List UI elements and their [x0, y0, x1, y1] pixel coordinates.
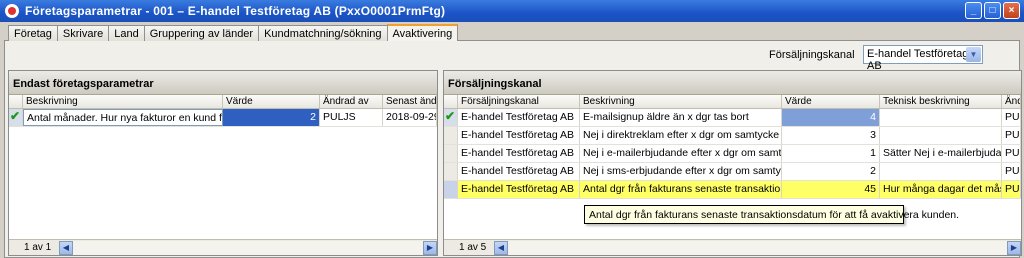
cell-beskrivning: Antal dgr från fakturans senaste transak…: [580, 181, 782, 198]
table-row[interactable]: E-handel Testföretag AB Nej i e-mailerbj…: [444, 145, 1021, 163]
column-headers: Beskrivning Värde Ändrad av Senast ändra…: [9, 95, 437, 109]
col-andrad-av[interactable]: Ändrad av: [320, 95, 383, 108]
col-teknisk[interactable]: Teknisk beskrivning: [880, 95, 1002, 108]
cell-kanal: E-handel Testföretag AB: [458, 109, 580, 126]
scroll-right-icon[interactable]: ▶: [423, 240, 437, 255]
tab-foretag[interactable]: Företag: [8, 25, 58, 41]
cell-beskrivning: Nej i sms-erbjudande efter x dgr om samt…: [580, 163, 782, 180]
window-title: Företagsparametrar - 001 – E-handel Test…: [25, 4, 446, 18]
cell-varde[interactable]: 2: [223, 109, 320, 126]
table-row[interactable]: ✔ E-handel Testföretag AB E-mailsignup ä…: [444, 109, 1021, 127]
cell-beskrivning[interactable]: Antal månader. Hur nya fakturor en kund …: [23, 109, 223, 126]
title-bar: Företagsparametrar - 001 – E-handel Test…: [0, 0, 1024, 22]
row-indicator: ✔: [9, 109, 23, 126]
col-andrad-av[interactable]: Ändrad av: [1002, 95, 1021, 108]
scroll-right-icon[interactable]: ▶: [1007, 240, 1021, 255]
cell-kanal: E-handel Testföretag AB: [458, 127, 580, 144]
table-row[interactable]: E-handel Testföretag AB Nej i direktrekl…: [444, 127, 1021, 145]
cell-beskrivning: Nej i e-mailerbjudande efter x dgr om sa…: [580, 145, 782, 162]
app-icon: [5, 4, 19, 18]
cell-beskrivning: Nej i direktreklam efter x dgr om samtyc…: [580, 127, 782, 144]
cell-teknisk: Hur många dagar det måste...: [880, 181, 1002, 198]
check-icon: ✔: [10, 109, 21, 123]
row-indicator: [444, 145, 458, 162]
tab-gruppering[interactable]: Gruppering av länder: [143, 25, 260, 41]
kanal-dropdown[interactable]: E-handel Testföretag AB ▼: [863, 45, 983, 72]
panel-title: Endast företagsparametrar: [9, 71, 437, 95]
cell-andrad-av: PULJS: [320, 109, 383, 126]
maximize-button[interactable]: □: [984, 2, 1001, 19]
col-senast-andrad[interactable]: Senast ändrad: [383, 95, 437, 108]
scroll-left-icon[interactable]: ◀: [494, 240, 508, 255]
column-headers: Försäljningskanal Beskrivning Värde Tekn…: [444, 95, 1021, 109]
table-row[interactable]: ✔ Antal månader. Hur nya fakturor en kun…: [9, 109, 437, 127]
cell-andrad-av: PUL: [1002, 109, 1021, 126]
panel-forsaljningskanal: Försäljningskanal Försäljningskanal Besk…: [443, 70, 1022, 256]
kanal-label: Försäljningskanal: [769, 49, 855, 61]
cell-kanal: E-handel Testföretag AB: [458, 145, 580, 162]
row-indicator: [444, 127, 458, 144]
tab-avaktivering[interactable]: Avaktivering: [386, 24, 459, 41]
page-indicator: 1 av 1: [24, 242, 52, 253]
check-icon: ✔: [445, 109, 456, 123]
cell-andrad-av: PUL: [1002, 127, 1021, 144]
cell-varde[interactable]: 2: [782, 163, 880, 180]
cell-teknisk: [880, 163, 1002, 180]
cell-andrad-av: PUL: [1002, 145, 1021, 162]
col-beskrivning[interactable]: Beskrivning: [580, 95, 782, 108]
cell-teknisk: Sätter Nej i e-mailerbjudand...: [880, 145, 1002, 162]
scrollbar-track[interactable]: [508, 240, 1007, 255]
cell-andrad-av: PUL: [1002, 163, 1021, 180]
cell-varde[interactable]: 1: [782, 145, 880, 162]
tab-land[interactable]: Land: [108, 25, 145, 41]
panel-title: Försäljningskanal: [444, 71, 1021, 95]
cell-andrad-av: PUL: [1002, 181, 1021, 198]
cell-teknisk: [880, 127, 1002, 144]
tab-kundmatchning[interactable]: Kundmatchning/sökning: [258, 25, 388, 41]
row-indicator: [444, 181, 458, 198]
scrollbar-track[interactable]: [73, 240, 423, 255]
pager: 1 av 5 ◀ ▶: [444, 239, 1021, 255]
table-row-highlighted[interactable]: E-handel Testföretag AB Antal dgr från f…: [444, 181, 1021, 199]
row-indicator: ✔: [444, 109, 458, 126]
minimize-button[interactable]: _: [965, 2, 982, 19]
col-varde[interactable]: Värde: [782, 95, 880, 108]
col-varde[interactable]: Värde: [223, 95, 320, 108]
cell-kanal: E-handel Testföretag AB: [458, 163, 580, 180]
close-button[interactable]: ×: [1003, 2, 1020, 19]
cell-beskrivning: E-mailsignup äldre än x dgr tas bort: [580, 109, 782, 126]
page-indicator: 1 av 5: [459, 242, 487, 253]
row-indicator: [444, 163, 458, 180]
tab-strip: Företag Skrivare Land Gruppering av länd…: [8, 24, 459, 41]
cell-varde[interactable]: 4: [782, 109, 880, 126]
pager: 1 av 1 ◀ ▶: [9, 239, 437, 255]
table-row[interactable]: E-handel Testföretag AB Nej i sms-erbjud…: [444, 163, 1021, 181]
panel-foretagsparametrar: Endast företagsparametrar Beskrivning Vä…: [8, 70, 438, 256]
chevron-down-icon[interactable]: ▼: [966, 47, 981, 62]
scroll-left-icon[interactable]: ◀: [59, 240, 73, 255]
cell-kanal: E-handel Testföretag AB: [458, 181, 580, 198]
cell-varde[interactable]: 3: [782, 127, 880, 144]
cell-teknisk: [880, 109, 1002, 126]
col-beskrivning[interactable]: Beskrivning: [23, 95, 223, 108]
cell-senast-andrad: 2018-09-29: [383, 109, 437, 126]
tab-skrivare[interactable]: Skrivare: [56, 25, 110, 41]
tooltip: Antal dgr från fakturans senaste transak…: [584, 205, 959, 224]
col-kanal[interactable]: Försäljningskanal: [458, 95, 580, 108]
cell-varde[interactable]: 45: [782, 181, 880, 198]
